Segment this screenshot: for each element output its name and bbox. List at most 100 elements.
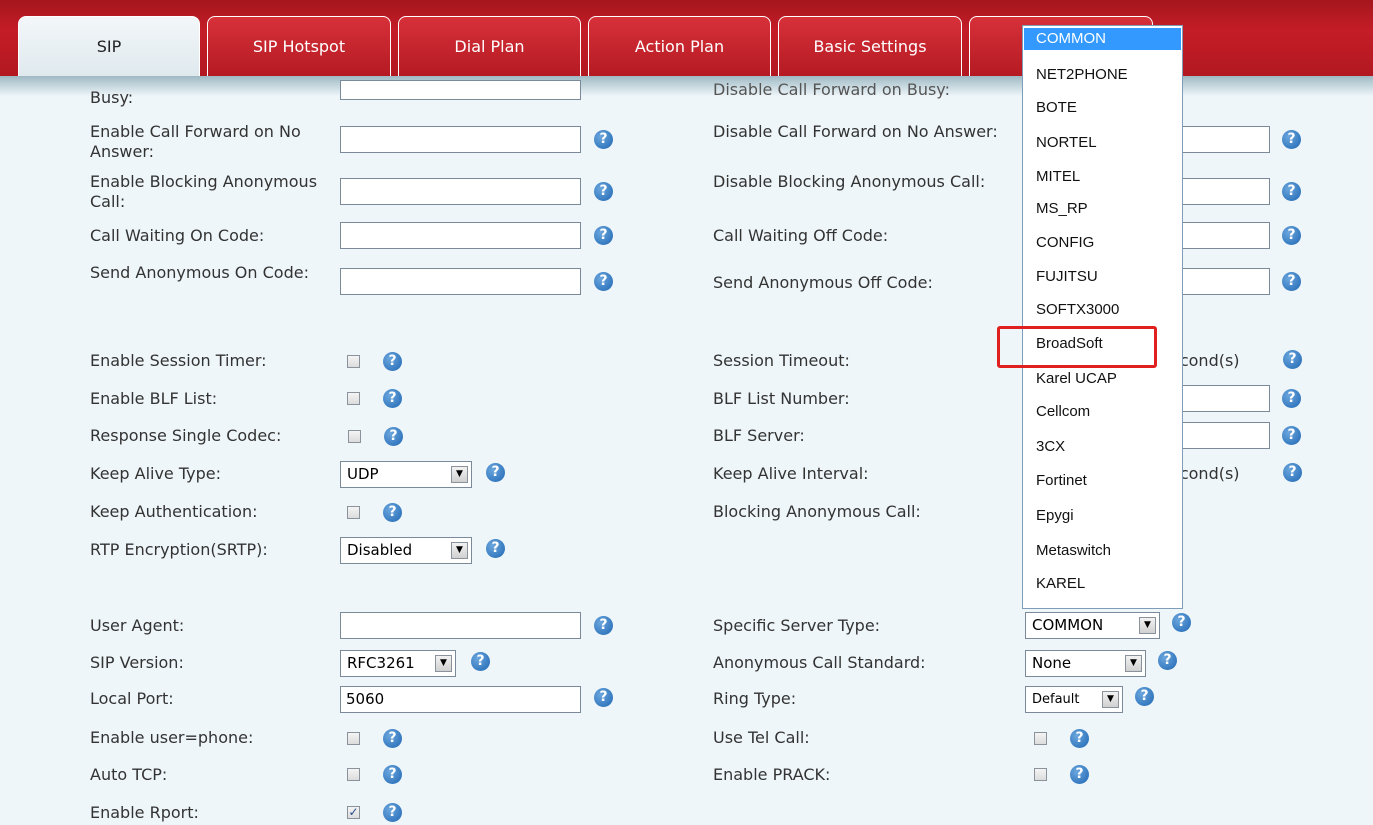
- user-agent-label: User Agent:: [90, 616, 185, 635]
- dropdown-option[interactable]: NORTEL: [1024, 132, 1181, 154]
- tab-basic-settings[interactable]: Basic Settings: [778, 16, 962, 76]
- dropdown-option[interactable]: Metaswitch: [1024, 540, 1181, 562]
- keep-alive-type-select[interactable]: UDP ▼: [340, 461, 472, 488]
- chevron-down-icon[interactable]: ▼: [1125, 655, 1142, 672]
- tab-action-plan[interactable]: Action Plan: [588, 16, 771, 76]
- help-icon[interactable]: ?: [1283, 463, 1302, 482]
- session-timer-checkbox[interactable]: [347, 355, 360, 368]
- ring-type-value: Default: [1032, 692, 1080, 707]
- auto-tcp-checkbox[interactable]: [347, 768, 360, 781]
- help-icon[interactable]: ?: [383, 803, 402, 822]
- help-icon[interactable]: ?: [383, 765, 402, 784]
- help-icon[interactable]: ?: [1282, 389, 1301, 408]
- call-waiting-off-label: Call Waiting Off Code:: [713, 226, 889, 245]
- help-icon[interactable]: ?: [384, 427, 403, 446]
- help-icon[interactable]: ?: [594, 688, 613, 707]
- help-icon[interactable]: ?: [486, 539, 505, 558]
- help-icon[interactable]: ?: [594, 616, 613, 635]
- help-icon[interactable]: ?: [1282, 226, 1301, 245]
- help-icon[interactable]: ?: [1282, 182, 1301, 201]
- help-icon[interactable]: ?: [594, 226, 613, 245]
- blocking-anon-label: Enable Blocking Anonymous Call:: [90, 172, 318, 211]
- chevron-down-icon[interactable]: ▼: [1102, 691, 1119, 708]
- dropdown-option[interactable]: COMMON: [1024, 28, 1181, 50]
- help-icon[interactable]: ?: [383, 352, 402, 371]
- chevron-down-icon[interactable]: ▼: [451, 466, 468, 483]
- chevron-down-icon[interactable]: ▼: [435, 655, 452, 672]
- chevron-down-icon[interactable]: ▼: [451, 542, 468, 559]
- single-codec-checkbox[interactable]: [348, 430, 361, 443]
- local-port-input[interactable]: 5060: [340, 686, 581, 713]
- help-icon[interactable]: ?: [1158, 651, 1177, 670]
- help-icon[interactable]: ?: [594, 182, 613, 201]
- keep-alive-type-value: UDP: [347, 465, 379, 483]
- help-icon[interactable]: ?: [1070, 765, 1089, 784]
- ring-type-select[interactable]: Default ▼: [1025, 686, 1123, 713]
- send-anon-on-input[interactable]: [340, 268, 581, 295]
- tel-call-checkbox[interactable]: [1034, 732, 1047, 745]
- help-icon[interactable]: ?: [1070, 729, 1089, 748]
- blocking-anon-input[interactable]: [340, 178, 581, 205]
- tab-dial-plan[interactable]: Dial Plan: [398, 16, 581, 76]
- chevron-down-icon[interactable]: ▼: [1139, 617, 1156, 634]
- dropdown-option[interactable]: FUJITSU: [1024, 266, 1181, 288]
- dropdown-option[interactable]: Fortinet: [1024, 470, 1181, 492]
- help-icon[interactable]: ?: [383, 503, 402, 522]
- dropdown-option[interactable]: Epygi: [1024, 505, 1181, 527]
- call-waiting-on-input[interactable]: [340, 222, 581, 249]
- cf-busy-input[interactable]: [340, 80, 581, 100]
- cf-no-answer-label: Enable Call Forward on No Answer:: [90, 122, 301, 161]
- help-icon[interactable]: ?: [594, 130, 613, 149]
- dropdown-option[interactable]: Cellcom: [1024, 401, 1181, 423]
- disable-blocking-label: Disable Blocking Anonymous Call:: [713, 172, 986, 191]
- user-agent-input[interactable]: [340, 612, 581, 639]
- call-waiting-on-label: Call Waiting On Code:: [90, 226, 265, 245]
- help-icon[interactable]: ?: [1283, 350, 1302, 369]
- prack-checkbox[interactable]: [1034, 768, 1047, 781]
- user-phone-checkbox[interactable]: [347, 732, 360, 745]
- send-anon-on-label: Send Anonymous On Code:: [90, 263, 309, 282]
- disable-cf-no-answer-label: Disable Call Forward on No Answer:: [713, 122, 998, 141]
- help-icon[interactable]: ?: [1282, 130, 1301, 149]
- keep-auth-checkbox[interactable]: [347, 506, 360, 519]
- help-icon[interactable]: ?: [471, 652, 490, 671]
- tel-call-label: Use Tel Call:: [713, 728, 810, 747]
- ring-type-label: Ring Type:: [713, 689, 797, 708]
- server-type-value: COMMON: [1032, 616, 1104, 634]
- dropdown-option[interactable]: 3CX: [1024, 436, 1181, 458]
- help-icon[interactable]: ?: [1282, 272, 1301, 291]
- help-icon[interactable]: ?: [1282, 426, 1301, 445]
- prack-label: Enable PRACK:: [713, 765, 831, 784]
- server-type-select[interactable]: COMMON ▼: [1025, 612, 1160, 639]
- help-icon[interactable]: ?: [486, 463, 505, 482]
- dropdown-option[interactable]: SOFTX3000: [1024, 299, 1181, 321]
- rtp-label: RTP Encryption(SRTP):: [90, 540, 268, 559]
- dropdown-option[interactable]: CONFIG: [1024, 232, 1181, 254]
- tab-sip-hotspot[interactable]: SIP Hotspot: [207, 16, 391, 76]
- help-icon[interactable]: ?: [1135, 687, 1154, 706]
- dropdown-option[interactable]: BOTE: [1024, 97, 1181, 119]
- help-icon[interactable]: ?: [383, 729, 402, 748]
- help-icon[interactable]: ?: [1172, 613, 1191, 632]
- server-type-label: Specific Server Type:: [713, 616, 881, 635]
- session-timer-label: Enable Session Timer:: [90, 351, 267, 370]
- anon-std-select[interactable]: None ▼: [1025, 650, 1146, 677]
- single-codec-label: Response Single Codec:: [90, 426, 282, 445]
- tab-sip[interactable]: SIP: [18, 16, 200, 76]
- dropdown-option[interactable]: KAREL: [1024, 573, 1181, 595]
- rtp-select[interactable]: Disabled ▼: [340, 537, 472, 564]
- dropdown-option[interactable]: MS_RP: [1024, 198, 1181, 220]
- dropdown-option[interactable]: Karel UCAP: [1024, 368, 1181, 390]
- cf-no-answer-input[interactable]: [340, 126, 581, 153]
- server-type-dropdown-list[interactable]: COMMON NET2PHONE BOTE NORTEL MITEL MS_RP CONFI…: [1022, 25, 1183, 609]
- help-icon[interactable]: ?: [594, 272, 613, 291]
- keep-alive-type-label: Keep Alive Type:: [90, 464, 221, 483]
- rport-checkbox[interactable]: ✓: [347, 806, 360, 819]
- blf-list-checkbox[interactable]: [347, 392, 360, 405]
- local-port-label: Local Port:: [90, 689, 174, 708]
- dropdown-option[interactable]: MITEL: [1024, 166, 1181, 188]
- dropdown-option[interactable]: NET2PHONE: [1024, 64, 1181, 86]
- sip-version-select[interactable]: RFC3261 ▼: [340, 650, 456, 677]
- disable-cf-busy-label: Disable Call Forward on Busy:: [713, 80, 950, 99]
- help-icon[interactable]: ?: [383, 389, 402, 408]
